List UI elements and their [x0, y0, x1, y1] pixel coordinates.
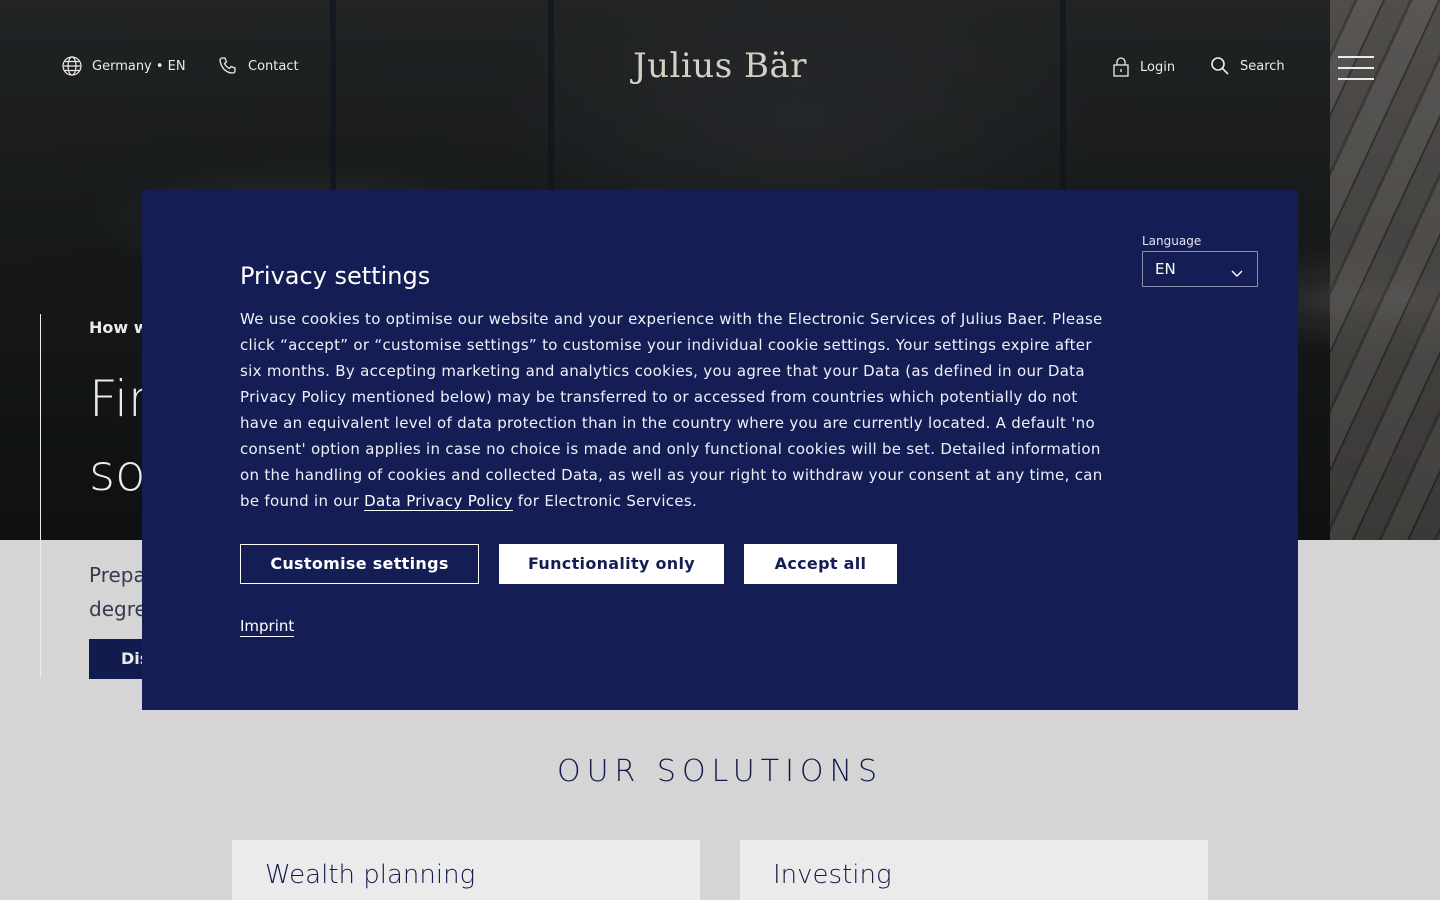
language-select[interactable]: EN	[1142, 251, 1258, 287]
dialog-title: Privacy settings	[240, 262, 431, 290]
chevron-down-icon	[1231, 264, 1243, 282]
body-text-part: for Electronic Services.	[512, 492, 698, 510]
customise-settings-button[interactable]: Customise settings	[240, 544, 479, 584]
language-label: Language	[1142, 234, 1202, 248]
dialog-body-text: We use cookies to optimise our website a…	[240, 306, 1110, 514]
data-privacy-policy-link[interactable]: Data Privacy Policy	[364, 492, 513, 511]
functionality-only-button[interactable]: Functionality only	[499, 544, 724, 584]
body-text-part: We use cookies to optimise our website a…	[240, 310, 1103, 510]
privacy-settings-dialog: Language EN Privacy settings We use cook…	[142, 190, 1298, 710]
language-value: EN	[1155, 260, 1176, 278]
accept-all-button[interactable]: Accept all	[744, 544, 897, 584]
imprint-link[interactable]: Imprint	[240, 616, 295, 637]
